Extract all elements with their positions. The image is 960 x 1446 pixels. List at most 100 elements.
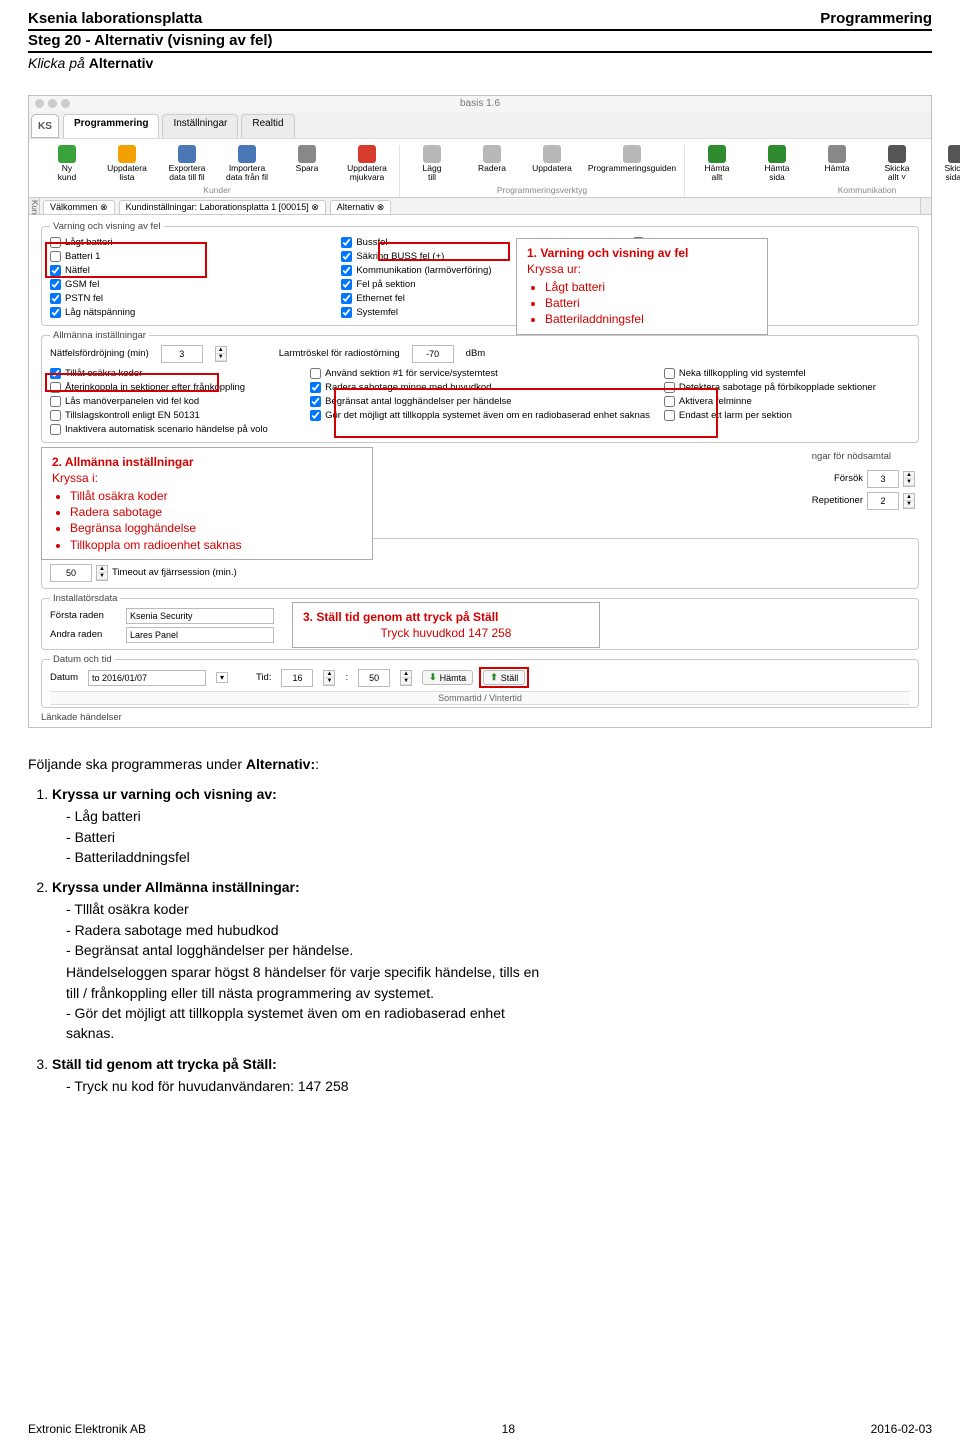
input-datum[interactable] [88, 670, 206, 686]
input-repetitioner[interactable] [867, 492, 899, 510]
toolbar-uppdatera[interactable]: Uppdatera [522, 145, 582, 183]
group-installator-legend: Installatörsdata [50, 593, 120, 604]
instructions-text: Följande ska programmeras under Alternat… [28, 754, 548, 1096]
hamta-allt-icon [708, 145, 726, 163]
spara-label: Spara [296, 164, 319, 173]
input-timeout[interactable] [50, 564, 92, 582]
toolbar-skicka-sida[interactable]: Skicka sida ˅ [927, 145, 960, 183]
note-item: Tlllåt osäkra koder [66, 899, 548, 919]
highlight-box-tillat-osakra [45, 373, 219, 392]
lagg-till-icon [423, 145, 441, 163]
group-datum-tid: Datum och tid Datum ▾ Tid: ▲▼ : ▲▼ ⬇Hämt… [41, 654, 919, 708]
group-nodsamtal-fragment: ngar för nödsamtal Försök ▲▼ Repetitione… [812, 451, 915, 510]
toolbar-exportera[interactable]: Exportera data till fil [157, 145, 217, 183]
callout-2: 2. Allmänna inställningar Kryssa i: Till… [41, 447, 373, 560]
input-larmtroskel[interactable] [412, 345, 454, 363]
stepper-forsok[interactable]: ▲▼ [903, 471, 915, 487]
highlight-box-lagt-batteri [45, 242, 207, 278]
page-header-right: Programmering [820, 10, 932, 27]
note-item: Batteriladdningsfel [545, 311, 757, 327]
toolbar-hamta[interactable]: Hämta [807, 145, 867, 183]
callout-1: 1. Varning och visning av fel Kryssa ur:… [516, 238, 768, 335]
toolbar-hamta-allt[interactable]: Hämta allt [687, 145, 747, 183]
note-item: Tillåt osäkra koder [70, 488, 362, 504]
chk-l-g-n-tsp-nning[interactable]: Låg nätspänning [50, 306, 327, 319]
ny-kund-icon [58, 145, 76, 163]
chk-neka-tillkoppling-vid-systemfel[interactable]: Neka tillkoppling vid systemfel [664, 367, 910, 380]
toolbar-importera[interactable]: Importera data från fil [217, 145, 277, 183]
sidebar-right-toggle[interactable] [920, 198, 931, 214]
note-item: Batteriladdningsfel [66, 847, 548, 867]
chk-l-s-man-verpanelen-vid-fel-kod[interactable]: Lås manöverpanelen vid fel kod [50, 395, 296, 408]
stepper-tid-m[interactable]: ▲▼ [400, 670, 412, 686]
click-text-target: Alternativ [89, 55, 154, 71]
hamta-sida-label: Hämta sida [764, 164, 789, 183]
menu-realtid[interactable]: Realtid [241, 114, 294, 138]
input-forsok[interactable] [867, 470, 899, 488]
btn-hamta[interactable]: ⬇Hämta [422, 670, 473, 685]
note-item: Lågt batteri [545, 279, 757, 295]
toolbar-uppdatera-mjukvara[interactable]: Uppdatera mjukvara [337, 145, 397, 183]
toolbar-radera[interactable]: Radera [462, 145, 522, 183]
lagg-till-label: Lägg till [423, 164, 442, 183]
chk-anv-nd-sektion-1-f-r-service-systemtest[interactable]: Använd sektion #1 för service/systemtest [310, 367, 650, 380]
skicka-sida-icon [948, 145, 960, 163]
document-tabs: Kundlista Välkommen ⊗ Kundinställningar:… [29, 198, 931, 215]
toolbar-lagg-till[interactable]: Lägg till [402, 145, 462, 183]
chk-inaktivera-automatisk-scenario-h-ndelse-p-volo[interactable]: Inaktivera automatisk scenario händelse … [50, 423, 296, 436]
menu-programmering[interactable]: Programmering [63, 114, 159, 138]
toolbar-guide[interactable]: Programmeringsguiden [582, 145, 682, 183]
input-tid-h[interactable] [281, 669, 313, 687]
stepper-timeout[interactable]: ▲▼ [96, 565, 108, 581]
label-tid: Tid: [256, 672, 271, 683]
tab-valkommen[interactable]: Välkommen ⊗ [43, 200, 115, 214]
label-timeout: Timeout av fjärrsession (min.) [112, 567, 237, 578]
guide-label: Programmeringsguiden [588, 164, 676, 173]
unit-dbm: dBm [466, 348, 486, 359]
input-andra-raden[interactable] [126, 627, 274, 643]
stepper-repetitioner[interactable]: ▲▼ [903, 493, 915, 509]
stepper-natfels[interactable]: ▲▼ [215, 346, 227, 362]
stepper-tid-h[interactable]: ▲▼ [323, 670, 335, 686]
callout-3: 3. Ställ tid genom att tryck på Ställ Tr… [292, 602, 600, 648]
highlight-box-mid [334, 388, 718, 438]
group-installator: Installatörsdata Första raden Andra rade… [41, 593, 919, 650]
sidebar-left-toggle[interactable]: Kundlista [29, 198, 40, 214]
input-forsta-raden[interactable] [126, 608, 274, 624]
input-tid-m[interactable] [358, 669, 390, 687]
toolbar-uppdatera-lista[interactable]: Uppdatera lista [97, 145, 157, 183]
tab-kundinstallningar[interactable]: Kundinställningar: Laborationsplatta 1 [… [119, 200, 326, 214]
label-andra-raden: Andra raden [50, 629, 122, 640]
chk-gsm-fel[interactable]: GSM fel [50, 278, 327, 291]
hamta-label: Hämta [824, 164, 849, 173]
label-repetitioner: Repetitioner [812, 495, 863, 506]
importera-label: Importera data från fil [226, 164, 268, 183]
label-forsta-raden: Första raden [50, 610, 122, 621]
chk-tillslagskontroll-enligt-en-50131[interactable]: Tillslagskontroll enligt EN 50131 [50, 409, 296, 422]
note-item: Begränsa logghändelse [70, 520, 362, 536]
note-item: Tillkoppla om radioenhet saknas [70, 537, 362, 553]
note-item: Begränsat antal logghändelser per händel… [66, 940, 548, 960]
group-datum-legend: Datum och tid [50, 654, 115, 665]
toolbar-spara[interactable]: Spara [277, 145, 337, 183]
label-natfelsfordrojning: Nätfelsfördröjning (min) [50, 348, 149, 359]
footer-page: 18 [502, 1422, 515, 1436]
page-header-left: Ksenia laborationsplatta [28, 10, 202, 27]
toolbar-ny-kund[interactable]: Ny kund [37, 145, 97, 183]
uppdatera-lista-icon [118, 145, 136, 163]
skicka-allt-label: Skicka allt ˅ [884, 164, 909, 183]
input-natfelsfordrojning[interactable] [161, 345, 203, 363]
label-lankade: Länkade händelser [41, 712, 919, 723]
toolbar-group-label: Kommunikation [838, 185, 897, 195]
datum-dropdown-icon[interactable]: ▾ [216, 672, 228, 683]
toolbar-skicka-allt[interactable]: Skicka allt ˅ [867, 145, 927, 183]
highlight-box-batteriladdningsfel [378, 242, 510, 261]
menu-installningar[interactable]: Inställningar [162, 114, 238, 138]
skicka-sida-label: Skicka sida ˅ [944, 164, 960, 183]
toolbar-hamta-sida[interactable]: Hämta sida [747, 145, 807, 183]
hamta-allt-label: Hämta allt [704, 164, 729, 183]
tab-alternativ[interactable]: Alternativ ⊗ [330, 200, 392, 214]
footer-left: Extronic Elektronik AB [28, 1422, 146, 1436]
chk-pstn-fel[interactable]: PSTN fel [50, 292, 327, 305]
label-forsok: Försök [834, 473, 863, 484]
